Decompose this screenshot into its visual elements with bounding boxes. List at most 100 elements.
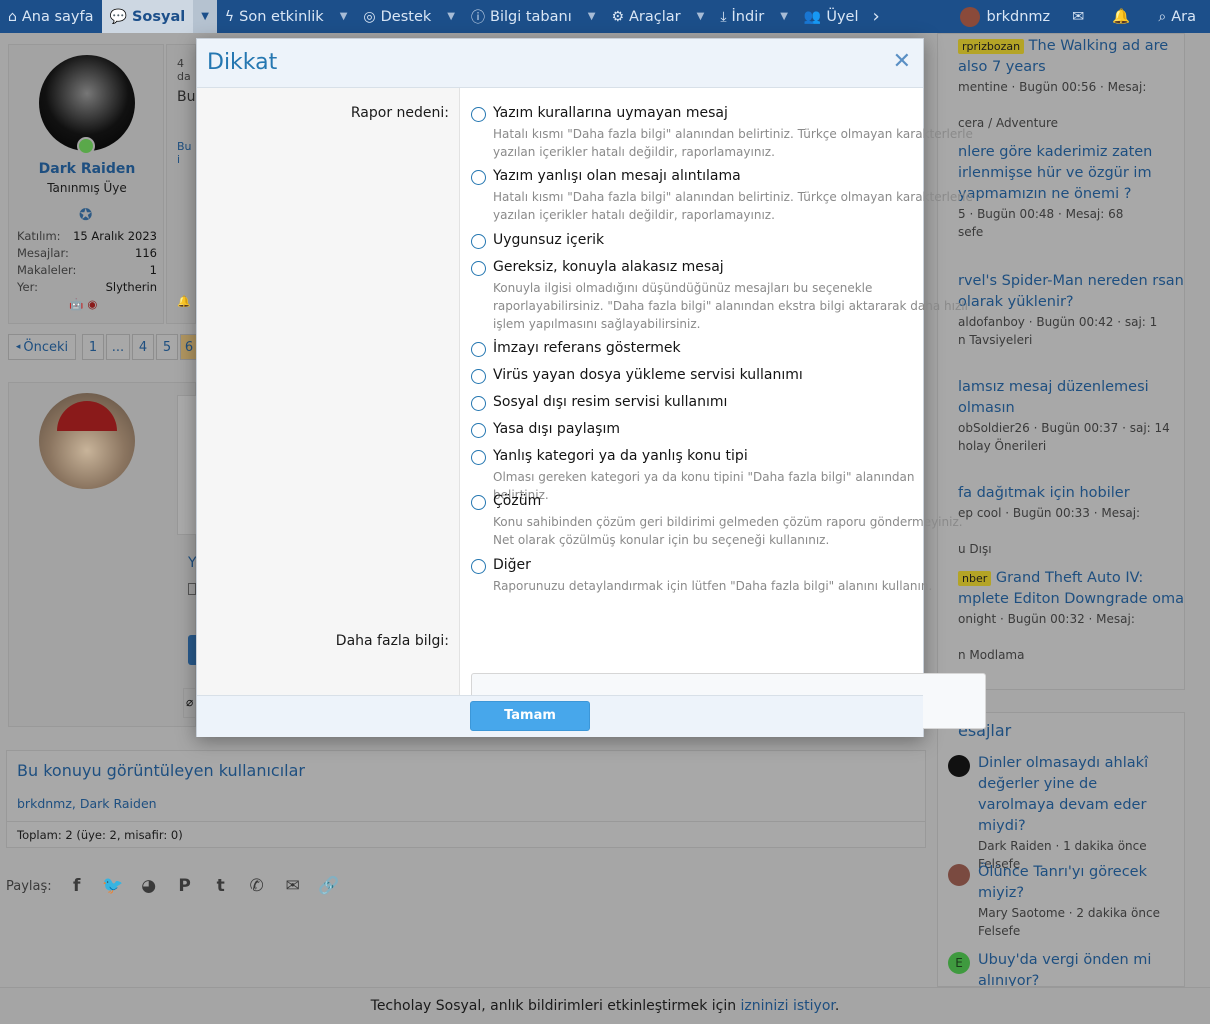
radio-button[interactable] bbox=[471, 450, 486, 465]
chevron-down-icon[interactable]: ▼ bbox=[332, 0, 356, 33]
notice-link[interactable]: izninizi istiyor bbox=[741, 998, 835, 1014]
post-author[interactable]: Dark Raiden bbox=[9, 161, 165, 177]
thread-title[interactable]: Grand Theft Auto IV: mplete Editon Downg… bbox=[958, 570, 1184, 607]
thread-forum[interactable]: n Tavsiyeleri bbox=[958, 331, 1184, 349]
link-icon[interactable]: 🔗 bbox=[318, 876, 340, 896]
nav-label: Bilgi tabanı bbox=[490, 8, 572, 25]
search-label: Ara bbox=[1171, 8, 1196, 25]
viewers-names[interactable]: brkdnmz, Dark Raiden bbox=[17, 796, 157, 811]
envelope-icon[interactable]: ✉ bbox=[1058, 0, 1098, 33]
option-label[interactable]: İmzayı referans göstermek bbox=[493, 340, 681, 356]
whatsapp-icon[interactable]: ✆ bbox=[246, 876, 268, 896]
search-icon: ⌕ bbox=[1158, 8, 1167, 25]
radio-button[interactable] bbox=[471, 369, 486, 384]
chevron-right-icon[interactable]: › bbox=[867, 0, 886, 33]
radio-button[interactable] bbox=[471, 495, 486, 510]
sidebar-thread[interactable]: nlere göre kaderimiz zaten irlenmişse hü… bbox=[958, 142, 1184, 241]
pagination-page[interactable]: 5 bbox=[156, 334, 178, 360]
tumblr-icon[interactable]: t bbox=[210, 876, 232, 896]
thread-forum[interactable]: n Modlama bbox=[958, 646, 1184, 664]
option-label[interactable]: Gereksiz, konuyla alakasız mesaj bbox=[493, 259, 724, 275]
thread-title[interactable]: fa dağıtmak için hobiler bbox=[958, 483, 1184, 504]
option-label[interactable]: Yasa dışı paylaşım bbox=[493, 421, 620, 437]
nav-download[interactable]: ⤓ İndir bbox=[712, 0, 772, 33]
option-label[interactable]: Yazım kurallarına uymayan mesaj bbox=[493, 105, 728, 121]
nav-recent-activity[interactable]: ϟ Son etkinlik bbox=[217, 0, 332, 33]
thread-forum[interactable]: holay Önerileri bbox=[958, 437, 1184, 455]
checkbox-fragment bbox=[188, 583, 196, 595]
option-label[interactable]: Uygunsuz içerik bbox=[493, 232, 604, 248]
post-forum[interactable]: Felsefe bbox=[978, 922, 1178, 940]
pagination-page[interactable]: 4 bbox=[132, 334, 154, 360]
nav-knowledge-base[interactable]: ⓘ Bilgi tabanı bbox=[463, 0, 580, 33]
thread-prefix: rprizbozan bbox=[958, 39, 1025, 54]
thread-meta: aldofanboy · Bugün 00:42 · saj: 1 bbox=[958, 315, 1158, 329]
download-icon: ⤓ bbox=[720, 8, 727, 25]
stat-value: Slytherin bbox=[105, 280, 157, 294]
radio-button[interactable] bbox=[471, 170, 486, 185]
nav-support[interactable]: ◎ Destek bbox=[355, 0, 439, 33]
post-title[interactable]: Dinler olmasaydı ahlakî değerler yine de… bbox=[978, 753, 1178, 837]
pagination-prev[interactable]: ◂ Önceki bbox=[8, 334, 76, 360]
chevron-down-icon[interactable]: ▼ bbox=[689, 0, 713, 33]
option-label[interactable]: Sosyal dışı resim servisi kullanımı bbox=[493, 394, 727, 410]
thread-forum[interactable]: u Dışı bbox=[958, 540, 1184, 558]
chevron-down-icon[interactable]: ▼ bbox=[580, 0, 604, 33]
post-title[interactable]: Ubuy'da vergi önden mi alınıyor? bbox=[978, 950, 1178, 986]
bell-icon[interactable]: 🔔 bbox=[1098, 0, 1144, 33]
ok-button[interactable]: Tamam bbox=[470, 701, 590, 731]
pagination-page[interactable]: 1 bbox=[82, 334, 104, 360]
close-icon[interactable]: ✕ bbox=[893, 49, 911, 74]
nav-tools[interactable]: ⚙ Araçlar bbox=[603, 0, 688, 33]
online-indicator-icon bbox=[77, 137, 95, 155]
sidebar-thread[interactable]: fa dağıtmak için hobiler ep cool · Bugün… bbox=[958, 483, 1184, 558]
thread-title[interactable]: lamsız mesaj düzenlemesi olmasın bbox=[958, 377, 1184, 419]
nav-home[interactable]: ⌂ Ana sayfa bbox=[0, 0, 102, 33]
nav-sosyal[interactable]: 💬 Sosyal bbox=[101, 0, 194, 33]
post-title[interactable]: Ölünce Tanrı'yı görecek miyiz? bbox=[978, 862, 1178, 904]
radio-button[interactable] bbox=[471, 559, 486, 574]
reddit-icon[interactable]: ◕ bbox=[138, 876, 160, 896]
option-label[interactable]: Diğer bbox=[493, 557, 531, 573]
pinterest-icon[interactable]: P bbox=[174, 876, 196, 896]
stat-value: 1 bbox=[149, 263, 157, 277]
chevron-down-icon[interactable]: ▼ bbox=[439, 0, 463, 33]
radio-button[interactable] bbox=[471, 261, 486, 276]
radio-button[interactable] bbox=[471, 423, 486, 438]
user-stats: Katılım: 15 Aralık 2023 Mesajlar: 116 Maka… bbox=[17, 229, 157, 314]
nav-label: Son etkinlik bbox=[239, 8, 324, 25]
nav-label: Üyel bbox=[826, 8, 859, 25]
twitter-icon[interactable]: 🐦 bbox=[102, 876, 124, 896]
sidebar-thread[interactable]: lamsız mesaj düzenlemesi olmasın obSoldi… bbox=[958, 377, 1184, 455]
sidebar-thread[interactable]: rvel's Spider-Man nereden rsan olarak yü… bbox=[958, 271, 1184, 349]
opera-icon: ◉ bbox=[87, 297, 98, 311]
option-label[interactable]: Yazım yanlışı olan mesajı alıntılama bbox=[493, 168, 741, 184]
option-label[interactable]: Virüs yayan dosya yükleme servisi kullan… bbox=[493, 367, 803, 383]
users-icon: 👥 bbox=[803, 8, 822, 25]
pagination-ellipsis[interactable]: ... bbox=[106, 334, 130, 360]
radio-button[interactable] bbox=[471, 234, 486, 249]
option-label[interactable]: Yanlış kategori ya da yanlış konu tipi bbox=[493, 448, 748, 464]
modal-title: Dikkat bbox=[207, 50, 278, 75]
user-menu[interactable]: brkdnmz bbox=[952, 0, 1058, 33]
thread-forum[interactable]: cera / Adventure bbox=[958, 114, 1184, 132]
post-user-panel: Dark Raiden Tanınmış Üye ✪ Katılım: 15 Ar… bbox=[8, 44, 164, 324]
radio-button[interactable] bbox=[471, 396, 486, 411]
search-button[interactable]: ⌕ Ara bbox=[1144, 0, 1210, 33]
thread-forum[interactable]: sefe bbox=[958, 223, 1184, 241]
radio-button[interactable] bbox=[471, 107, 486, 122]
post-meta: Dark Raiden · 1 dakika önce bbox=[978, 839, 1147, 853]
option-label[interactable]: Çözüm bbox=[493, 493, 541, 509]
chevron-down-icon[interactable]: ▼ bbox=[772, 0, 796, 33]
email-icon[interactable]: ✉ bbox=[282, 876, 304, 896]
chevron-down-icon[interactable]: ▼ bbox=[193, 0, 217, 33]
post-meta: Mary Saotome · 2 dakika önce bbox=[978, 906, 1160, 920]
avatar bbox=[960, 6, 981, 27]
nav-members[interactable]: 👥 Üyel bbox=[796, 0, 867, 33]
radio-button[interactable] bbox=[471, 342, 486, 357]
thread-title[interactable]: nlere göre kaderimiz zaten irlenmişse hü… bbox=[958, 142, 1184, 205]
facebook-icon[interactable]: f bbox=[66, 876, 88, 896]
sidebar-thread[interactable]: rprizbozan The Walking ad are also 7 yea… bbox=[958, 36, 1184, 132]
thread-title[interactable]: rvel's Spider-Man nereden rsan olarak yü… bbox=[958, 271, 1184, 313]
sidebar-thread[interactable]: nber Grand Theft Auto IV: mplete Editon … bbox=[958, 568, 1184, 664]
